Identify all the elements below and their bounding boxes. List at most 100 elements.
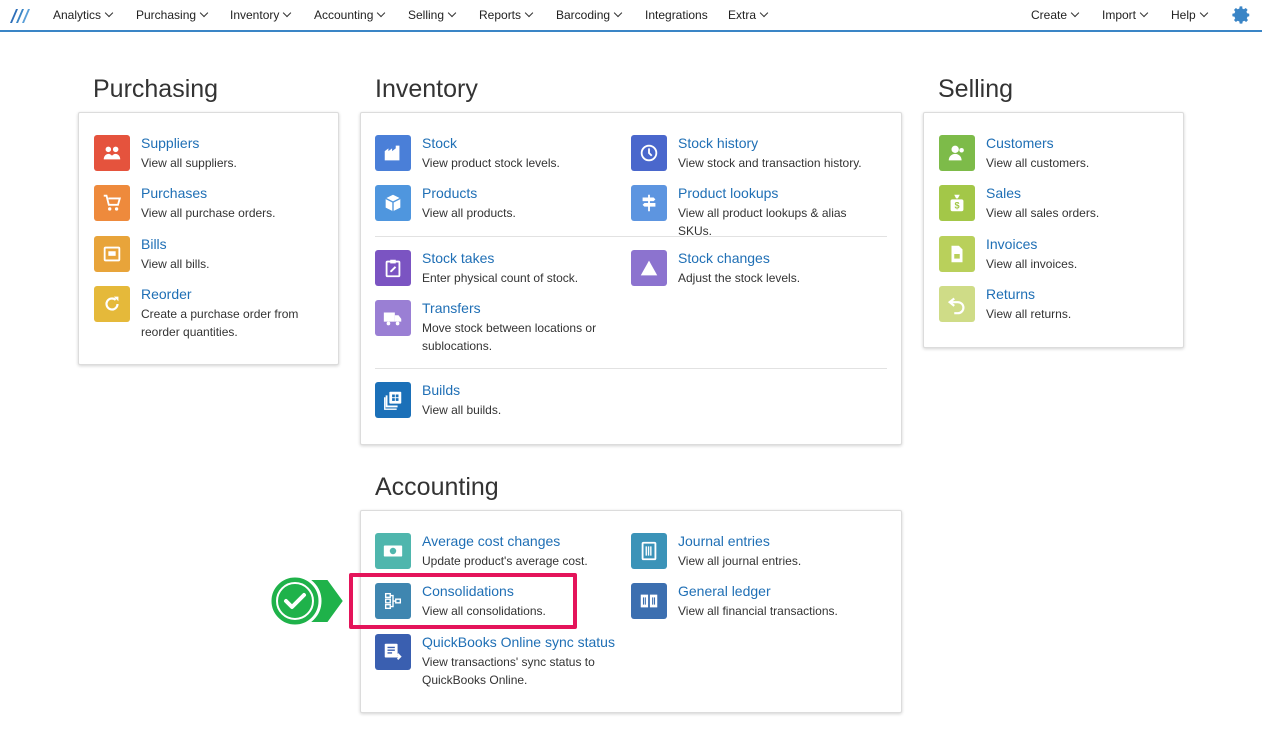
- invoice-icon: [939, 236, 975, 272]
- selling-item-sales[interactable]: $ Sales View all sales orders.: [939, 185, 1189, 225]
- stock-changes-link[interactable]: Stock changes: [678, 250, 770, 266]
- consolidations-highlight-box: [349, 573, 577, 629]
- nav-barcoding[interactable]: Barcoding: [556, 0, 623, 30]
- nav-reports[interactable]: Reports: [479, 0, 534, 30]
- returns-description: View all returns.: [986, 307, 1072, 321]
- bills-description: View all bills.: [141, 257, 210, 271]
- chevron-down-icon: [283, 8, 292, 18]
- stock-description: View product stock levels.: [422, 156, 560, 170]
- warehouse-icon: [375, 135, 411, 171]
- nav-integrations[interactable]: Integrations: [645, 0, 708, 30]
- transfers-link[interactable]: Transfers: [422, 300, 481, 316]
- returns-link[interactable]: Returns: [986, 286, 1035, 302]
- accounting-section-title: Accounting: [375, 473, 499, 501]
- nav-purchasing[interactable]: Purchasing: [136, 0, 209, 30]
- inventory-item-stock-history[interactable]: Stock history View stock and transaction…: [631, 135, 881, 175]
- inventory-item-stock-takes[interactable]: Stock takes Enter physical count of stoc…: [375, 250, 625, 290]
- purchasing-item-reorder[interactable]: Reorder Create a purchase order from reo…: [94, 286, 344, 344]
- builds-icon: [375, 382, 411, 418]
- ledger-icon: [631, 583, 667, 619]
- box-icon: [375, 185, 411, 221]
- inventory-item-stock[interactable]: Stock View product stock levels.: [375, 135, 625, 175]
- sync-status-icon: [375, 634, 411, 670]
- purchases-link[interactable]: Purchases: [141, 185, 207, 201]
- product-lookups-link[interactable]: Product lookups: [678, 185, 778, 201]
- customers-icon: [939, 135, 975, 171]
- cart-icon: [94, 185, 130, 221]
- bill-icon: [94, 236, 130, 272]
- signpost-icon: [631, 185, 667, 221]
- selling-section-title: Selling: [938, 75, 1014, 103]
- sales-description: View all sales orders.: [986, 206, 1100, 220]
- selling-item-invoices[interactable]: Invoices View all invoices.: [939, 236, 1189, 276]
- inventory-section-title: Inventory: [375, 75, 478, 103]
- nav-import[interactable]: Import: [1102, 0, 1149, 30]
- purchasing-item-bills[interactable]: Bills View all bills.: [94, 236, 344, 276]
- sales-link[interactable]: Sales: [986, 185, 1021, 201]
- nav-help[interactable]: Help: [1171, 0, 1208, 30]
- chevron-down-icon: [199, 8, 209, 18]
- accounting-item-quickbooks-sync-status[interactable]: QuickBooks Online sync status View trans…: [375, 634, 625, 692]
- stock-link[interactable]: Stock: [422, 135, 457, 151]
- reorder-link[interactable]: Reorder: [141, 286, 192, 302]
- suppliers-link[interactable]: Suppliers: [141, 135, 199, 151]
- selling-item-customers[interactable]: Customers View all customers.: [939, 135, 1189, 175]
- stock-history-link[interactable]: Stock history: [678, 135, 758, 151]
- svg-text:$: $: [954, 201, 959, 211]
- purchasing-item-purchases[interactable]: Purchases View all purchase orders.: [94, 185, 344, 225]
- selling-card: Customers View all customers. $ Sales Vi…: [923, 112, 1184, 348]
- return-icon: [939, 286, 975, 322]
- accounting-item-journal-entries[interactable]: Journal entries View all journal entries…: [631, 533, 881, 573]
- average-cost-changes-link[interactable]: Average cost changes: [422, 533, 560, 549]
- nav-analytics[interactable]: Analytics: [53, 0, 114, 30]
- truck-icon: [375, 300, 411, 336]
- chevron-down-icon: [1070, 8, 1080, 18]
- journal-entries-link[interactable]: Journal entries: [678, 533, 770, 549]
- inventory-item-stock-changes[interactable]: Stock changes Adjust the stock levels.: [631, 250, 881, 290]
- purchasing-card: Suppliers View all suppliers. Purchases …: [78, 112, 339, 365]
- gear-icon[interactable]: [1230, 4, 1252, 26]
- inventory-item-products[interactable]: Products View all products.: [375, 185, 625, 225]
- inventory-item-builds[interactable]: Builds View all builds.: [375, 382, 625, 422]
- nav-create[interactable]: Create: [1031, 0, 1080, 30]
- nav-inventory[interactable]: Inventory: [230, 0, 292, 30]
- brand-logo-icon[interactable]: [8, 7, 32, 25]
- purchasing-item-suppliers[interactable]: Suppliers View all suppliers.: [94, 135, 344, 175]
- customers-link[interactable]: Customers: [986, 135, 1054, 151]
- accounting-item-general-ledger[interactable]: General ledger View all financial transa…: [631, 583, 881, 623]
- suppliers-icon: [94, 135, 130, 171]
- inventory-item-transfers[interactable]: Transfers Move stock between locations o…: [375, 300, 625, 358]
- selling-item-returns[interactable]: Returns View all returns.: [939, 286, 1189, 326]
- triangle-icon: [631, 250, 667, 286]
- general-ledger-link[interactable]: General ledger: [678, 583, 771, 599]
- stock-changes-description: Adjust the stock levels.: [678, 271, 801, 285]
- purchases-description: View all purchase orders.: [141, 206, 276, 220]
- nav-selling[interactable]: Selling: [408, 0, 457, 30]
- history-icon: [631, 135, 667, 171]
- quickbooks-sync-status-link[interactable]: QuickBooks Online sync status: [422, 634, 615, 650]
- invoices-link[interactable]: Invoices: [986, 236, 1037, 252]
- nav-accounting[interactable]: Accounting: [314, 0, 386, 30]
- top-navigation-bar: Analytics Purchasing Inventory Accountin…: [0, 0, 1262, 32]
- quickbooks-sync-status-description: View transactions' sync status to QuickB…: [422, 655, 595, 687]
- products-link[interactable]: Products: [422, 185, 477, 201]
- invoices-description: View all invoices.: [986, 257, 1078, 271]
- purchasing-section-title: Purchasing: [93, 75, 219, 103]
- average-cost-changes-description: Update product's average cost.: [422, 554, 588, 568]
- clipboard-icon: [375, 250, 411, 286]
- chevron-down-icon: [447, 8, 457, 18]
- products-description: View all products.: [422, 206, 516, 220]
- inventory-item-product-lookups[interactable]: Product lookups View all product lookups…: [631, 185, 881, 238]
- stock-takes-link[interactable]: Stock takes: [422, 250, 494, 266]
- reorder-icon: [94, 286, 130, 322]
- bills-link[interactable]: Bills: [141, 236, 167, 252]
- chevron-down-icon: [613, 8, 623, 18]
- builds-link[interactable]: Builds: [422, 382, 460, 398]
- inventory-divider-1: [375, 236, 887, 237]
- money-icon: [375, 533, 411, 569]
- chevron-down-icon: [104, 8, 114, 18]
- moneybag-icon: $: [939, 185, 975, 221]
- nav-extra[interactable]: Extra: [728, 0, 769, 30]
- accounting-item-average-cost-changes[interactable]: Average cost changes Update product's av…: [375, 533, 625, 573]
- builds-description: View all builds.: [422, 403, 502, 417]
